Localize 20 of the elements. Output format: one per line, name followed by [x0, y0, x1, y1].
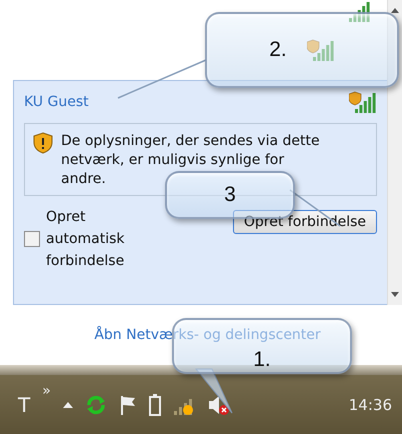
- connect-button[interactable]: Opret forbindelse: [232, 210, 377, 234]
- scrollbar[interactable]: [387, 0, 402, 305]
- callout-number: 1.: [253, 348, 271, 372]
- toolbar-label[interactable]: T: [18, 392, 30, 416]
- checkbox[interactable]: [24, 231, 40, 247]
- warning-shield-icon: [33, 132, 53, 154]
- network-center-link[interactable]: Åbn Netværks- og delingscenter: [94, 327, 321, 343]
- flag-icon[interactable]: [118, 394, 137, 414]
- sync-icon[interactable]: [84, 394, 107, 414]
- clock[interactable]: 14:36: [348, 396, 392, 414]
- signal-shield-icon: [349, 91, 377, 113]
- callout-number: 2.: [269, 38, 287, 62]
- show-hidden-icons-icon[interactable]: [62, 402, 73, 408]
- scroll-down-icon[interactable]: [391, 292, 399, 297]
- checkbox-label: Opret automatisk forbindelse: [46, 208, 126, 271]
- battery-icon[interactable]: [148, 394, 161, 416]
- signal-shield-icon: [306, 39, 335, 61]
- network-name[interactable]: KU Guest: [24, 94, 89, 110]
- overflow-chevron[interactable]: »: [42, 383, 51, 399]
- callout-pointer: [196, 369, 234, 413]
